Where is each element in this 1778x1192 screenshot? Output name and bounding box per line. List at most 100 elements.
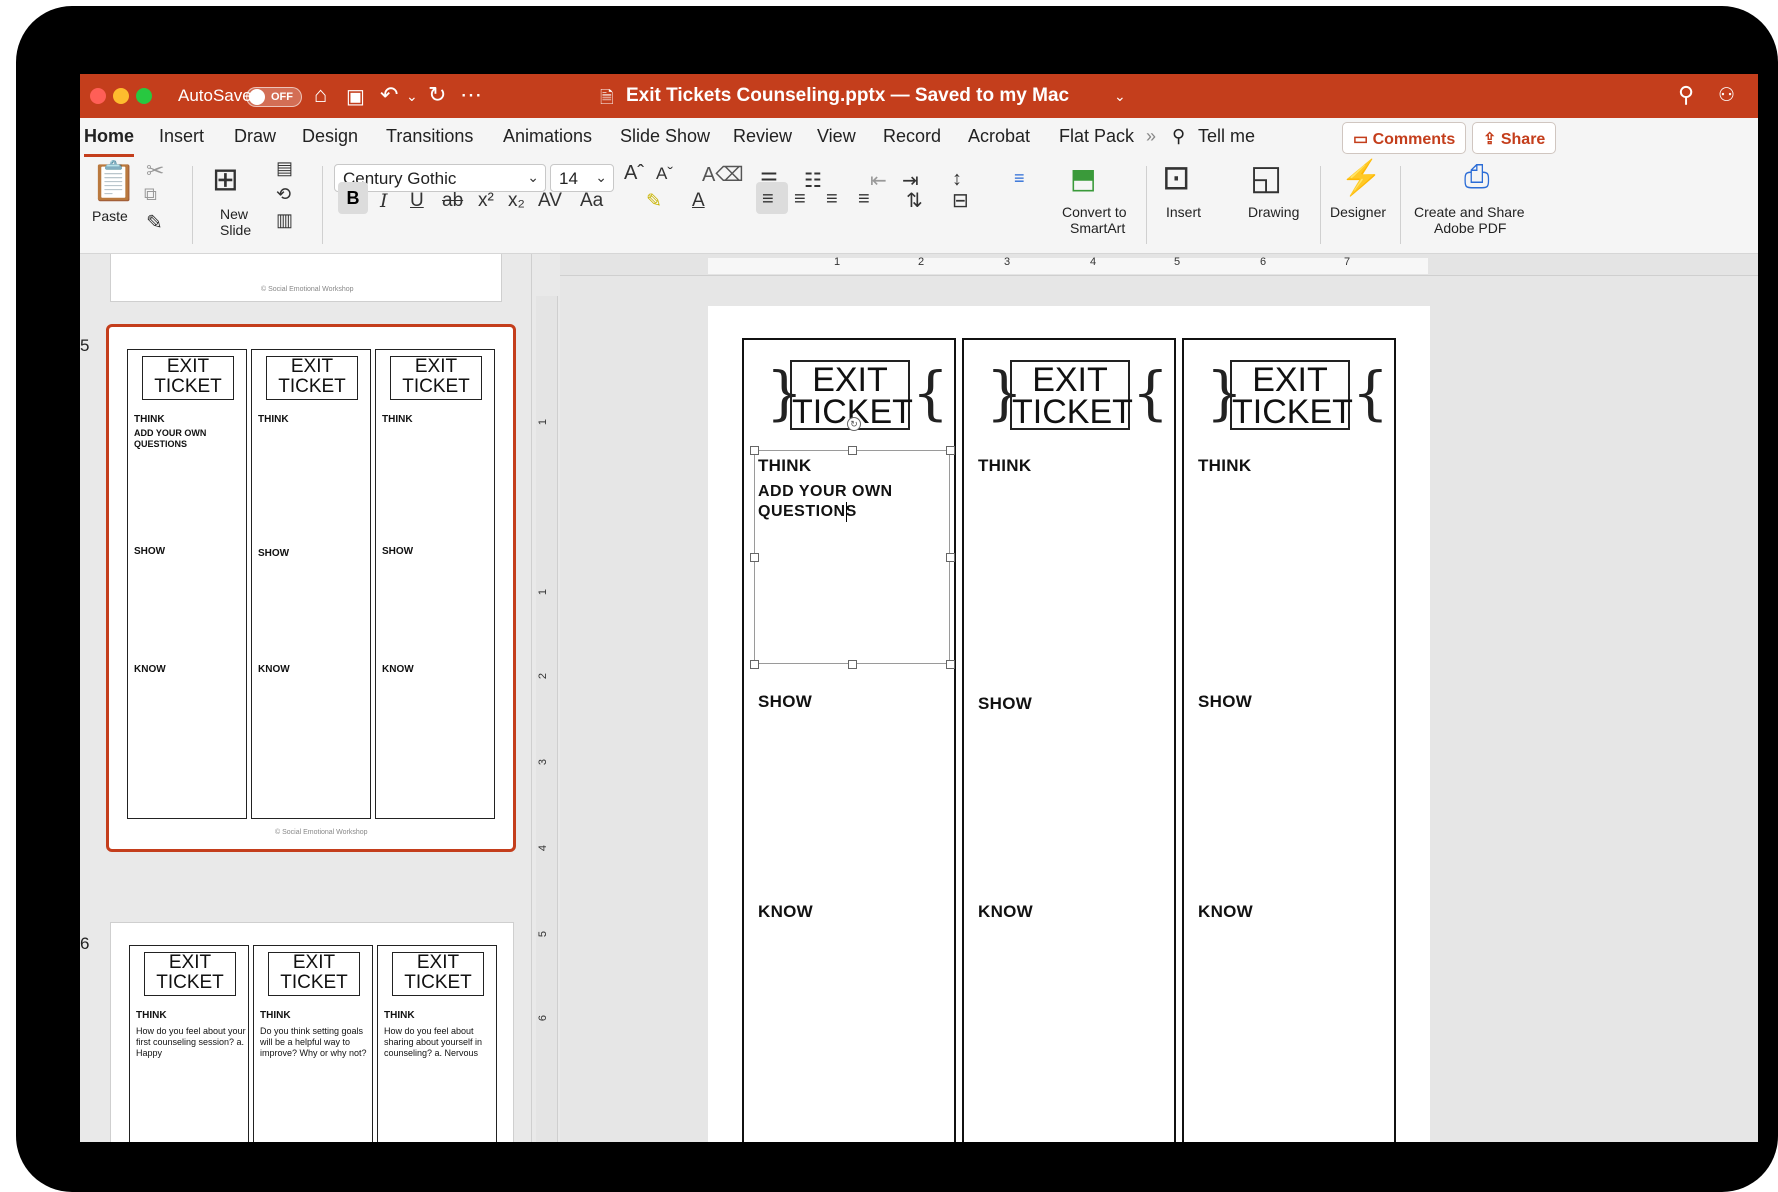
comments-button[interactable]: ▭ Comments bbox=[1342, 122, 1467, 154]
tab-draw[interactable]: Draw bbox=[234, 126, 276, 147]
exit-ticket-column-1[interactable]: } EXIT TICKET { THINK ADD YOUR OWN QUESTI… bbox=[742, 338, 956, 1142]
paste-icon[interactable]: 📋 bbox=[90, 160, 137, 204]
slide-thumbnail-panel[interactable]: © Social Emotional Workshop 5 EXIT TICKET… bbox=[80, 254, 532, 1142]
chevron-down-icon: ⌄ bbox=[527, 169, 539, 185]
resize-handle[interactable] bbox=[848, 446, 857, 455]
cut-icon[interactable]: ✂ bbox=[146, 158, 164, 184]
title-dropdown-icon[interactable]: ⌄ bbox=[1114, 88, 1126, 105]
tab-record[interactable]: Record bbox=[883, 126, 941, 147]
tell-me-search[interactable]: Tell me bbox=[1198, 126, 1255, 147]
undo-icon[interactable]: ↶ bbox=[380, 82, 398, 108]
resize-handle[interactable] bbox=[750, 660, 759, 669]
text-direction-icon[interactable]: ⇅ bbox=[906, 188, 923, 213]
ruler-number: 2 bbox=[537, 672, 550, 680]
copy-icon[interactable]: ⧉ bbox=[144, 184, 157, 205]
ruler-number: 2 bbox=[918, 256, 925, 268]
slide-thumbnail-4[interactable]: © Social Emotional Workshop bbox=[110, 254, 502, 302]
insert-shape-icon[interactable]: ⊡ bbox=[1162, 158, 1191, 198]
minimize-window-button[interactable] bbox=[113, 88, 129, 104]
smartart-icon[interactable]: ⬒ bbox=[1070, 162, 1096, 195]
resize-handle[interactable] bbox=[750, 446, 759, 455]
tab-acrobat[interactable]: Acrobat bbox=[968, 126, 1030, 147]
pdf-share-icon[interactable]: ⎙ bbox=[1464, 158, 1490, 196]
rotate-handle-icon[interactable]: ↻ bbox=[847, 417, 861, 431]
share-button[interactable]: ⇪ Share bbox=[1472, 122, 1557, 154]
subscript-icon[interactable]: x₂ bbox=[508, 190, 525, 212]
highlight-icon[interactable]: ✎ bbox=[646, 190, 662, 213]
justify-icon[interactable]: ≡ bbox=[858, 188, 870, 211]
horizontal-ruler[interactable]: 1 2 3 4 5 6 7 bbox=[560, 254, 1758, 276]
align-center-icon[interactable]: ≡ bbox=[794, 188, 806, 211]
vertical-ruler[interactable]: 1 1 2 3 4 5 6 bbox=[536, 296, 558, 1142]
account-icon[interactable]: ⚇ bbox=[1718, 84, 1735, 107]
mini-ticket-line2: TICKET bbox=[404, 972, 472, 993]
tab-view[interactable]: View bbox=[817, 126, 856, 147]
close-window-button[interactable] bbox=[90, 88, 106, 104]
selected-text-box[interactable]: ↻ bbox=[750, 417, 955, 669]
document-title[interactable]: Exit Tickets Counseling.pptx — Saved to … bbox=[626, 85, 1069, 107]
decrease-font-icon[interactable]: Aˇ bbox=[656, 164, 673, 184]
search-icon[interactable]: ⚲ bbox=[1678, 82, 1694, 108]
clear-formatting-icon[interactable]: A⌫ bbox=[702, 162, 744, 187]
resize-handle[interactable] bbox=[848, 660, 857, 669]
autosave-toggle[interactable]: OFF bbox=[246, 87, 302, 107]
active-tab-indicator bbox=[84, 154, 134, 157]
home-icon[interactable]: ⌂ bbox=[314, 82, 327, 108]
tab-review[interactable]: Review bbox=[733, 126, 792, 147]
tab-home[interactable]: Home bbox=[84, 126, 134, 147]
font-size-dropdown[interactable]: 14 ⌄ bbox=[550, 164, 614, 192]
numbering-icon[interactable]: ☷ bbox=[804, 168, 822, 193]
exit-ticket-column-2[interactable]: } EXIT TICKET { THINK SHOW KNOW bbox=[962, 338, 1176, 1142]
redo-icon[interactable]: ↻ bbox=[428, 82, 446, 108]
save-icon[interactable]: ▣ bbox=[346, 84, 365, 109]
resize-handle[interactable] bbox=[946, 446, 955, 455]
tab-flat-pack[interactable]: Flat Pack bbox=[1059, 126, 1134, 147]
tab-design[interactable]: Design bbox=[302, 126, 358, 147]
align-right-icon[interactable]: ≡ bbox=[826, 188, 838, 211]
mini-show-label: SHOW bbox=[134, 546, 166, 557]
exit-ticket-graphic[interactable]: } EXIT TICKET { bbox=[986, 356, 1169, 434]
slide-editing-canvas[interactable]: } EXIT TICKET { THINK ADD YOUR OWN QUESTI… bbox=[560, 276, 1758, 1142]
separator bbox=[1400, 166, 1401, 244]
zoom-window-button[interactable] bbox=[136, 88, 152, 104]
superscript-icon[interactable]: x² bbox=[478, 190, 494, 212]
change-case-icon[interactable]: Aa bbox=[580, 190, 603, 212]
drawing-icon[interactable]: ◱ bbox=[1250, 158, 1282, 198]
font-color-icon[interactable]: A bbox=[692, 190, 705, 212]
show-label: SHOW bbox=[758, 692, 813, 711]
tab-insert[interactable]: Insert bbox=[159, 126, 204, 147]
current-slide[interactable]: } EXIT TICKET { THINK ADD YOUR OWN QUESTI… bbox=[708, 306, 1430, 1142]
bold-button[interactable]: B bbox=[338, 182, 368, 214]
character-spacing-icon[interactable]: AV bbox=[538, 190, 562, 212]
designer-icon[interactable]: ⚡ bbox=[1340, 158, 1382, 198]
strikethrough-icon[interactable]: ab bbox=[442, 190, 463, 212]
new-slide-icon[interactable]: ⊞ bbox=[212, 160, 239, 198]
more-tabs-icon[interactable]: » bbox=[1146, 126, 1156, 147]
mini-ticket-line1: EXIT bbox=[168, 952, 212, 973]
decrease-indent-icon[interactable]: ⇤ bbox=[870, 168, 887, 193]
italic-icon[interactable]: I bbox=[380, 190, 388, 212]
tab-slide-show[interactable]: Slide Show bbox=[620, 126, 710, 147]
increase-font-icon[interactable]: Aˆ bbox=[624, 162, 644, 185]
exit-ticket-column-3[interactable]: } EXIT TICKET { THINK SHOW KNOW bbox=[1182, 338, 1396, 1142]
layout-icon[interactable]: ▤ bbox=[276, 158, 293, 179]
format-painter-icon[interactable]: ✎ bbox=[146, 210, 163, 235]
resize-handle[interactable] bbox=[946, 553, 955, 562]
undo-dropdown-icon[interactable]: ⌄ bbox=[406, 88, 418, 105]
slide-thumbnail-5[interactable]: EXIT TICKET THINK ADD YOUR OWN QUESTIONS … bbox=[106, 324, 516, 852]
underline-icon[interactable]: U bbox=[410, 190, 424, 212]
section-icon[interactable]: ▥ bbox=[276, 210, 293, 231]
columns-icon[interactable]: ≡ bbox=[1014, 168, 1025, 189]
resize-handle[interactable] bbox=[750, 553, 759, 562]
align-text-icon[interactable]: ⊟ bbox=[952, 188, 969, 213]
share-icon: ⇪ bbox=[1483, 131, 1501, 148]
separator bbox=[1146, 166, 1147, 244]
tab-animations[interactable]: Animations bbox=[503, 126, 592, 147]
resize-handle[interactable] bbox=[946, 660, 955, 669]
exit-ticket-graphic[interactable]: } EXIT TICKET { bbox=[1206, 356, 1389, 434]
drawing-label: Drawing bbox=[1248, 204, 1300, 220]
more-icon[interactable]: ⋯ bbox=[460, 82, 482, 108]
reset-icon[interactable]: ⟲ bbox=[276, 184, 291, 205]
tab-transitions[interactable]: Transitions bbox=[386, 126, 473, 147]
slide-thumbnail-6[interactable]: EXIT TICKET THINK How do you feel about y… bbox=[110, 922, 514, 1142]
